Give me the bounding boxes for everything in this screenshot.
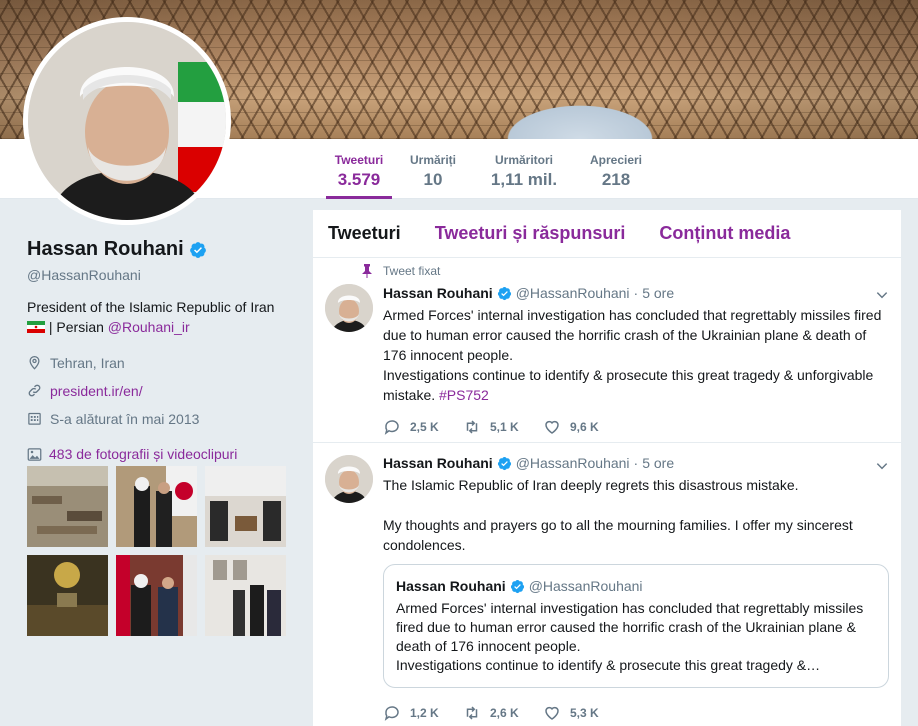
tweet-header: Hassan Rouhani @HassanRouhani · 5 ore [383,454,887,472]
stat-likes-value: 218 [601,170,631,189]
joined-text: S-a alăturat în mai 2013 [50,410,200,427]
image-icon [27,447,42,461]
stat-followers[interactable]: Urmăritori 1,11 mil. [484,139,564,199]
stat-following[interactable]: Urmăriți 10 [404,139,462,199]
verified-badge-icon [497,286,511,300]
stat-tweets-value: 3.579 [337,170,381,189]
profile-name-row: Hassan Rouhani [27,238,297,261]
stat-following-label: Urmăriți [409,153,456,167]
retweet-icon [466,420,478,434]
pinned-label: Tweet fixat [383,264,441,278]
tweet-text: Armed Forces' internal investigation has… [383,305,887,405]
reply-icon [384,706,399,721]
retweet-button[interactable]: 2,6 K [463,704,543,722]
tweet-author-handle[interactable]: @HassanRouhani [516,285,630,301]
bio-line-1: President of the Islamic Republic of Ira… [27,299,275,315]
tweet-actions: 1,2 K 2,6 K 5,3 K [383,704,623,722]
tweet-separator: · [633,285,639,301]
media-thumbnail[interactable] [116,555,197,636]
profile-avatar[interactable] [23,17,231,225]
profile-joined: S-a alăturat în mai 2013 [27,409,297,428]
tweet-timestamp[interactable]: 5 ore [642,455,674,471]
link-icon [28,384,41,397]
tweet-header: Hassan Rouhani @HassanRouhani · 5 ore [383,284,887,302]
verified-badge-icon [189,241,206,258]
quoted-tweet[interactable]: Hassan Rouhani @HassanRouhani Armed Forc… [383,564,889,688]
timeline: Tweeturi Tweeturi și răspunsuri Conținut… [313,210,901,726]
tweet-avatar[interactable] [325,455,373,503]
tweet[interactable]: Tweet fixat Hassan Rouhani @HassanRouhan… [313,258,901,443]
chevron-down-icon[interactable] [875,459,889,473]
like-button[interactable]: 5,3 K [543,704,623,722]
photos-videos-label: 483 de fotografii și videoclipuri [49,446,238,462]
stat-likes-label: Aprecieri [589,153,643,167]
tweet-author-name[interactable]: Hassan Rouhani [383,455,493,471]
hashtag-link[interactable]: #PS752 [439,387,489,403]
profile-bio: President of the Islamic Republic of Ira… [27,297,297,337]
stat-tweets-label: Tweeturi [334,153,384,167]
reply-button[interactable]: 2,5 K [383,418,463,436]
media-thumbnail[interactable] [205,466,286,547]
stat-followers-value: 1,11 mil. [490,170,558,189]
tweet-avatar[interactable] [325,284,373,332]
pinned-indicator: Tweet fixat [361,264,440,278]
tab-media[interactable]: Conținut media [659,223,790,244]
bio-mention-link[interactable]: @Rouhani_ir [108,319,190,335]
tweet-author-handle[interactable]: @HassanRouhani [516,455,630,471]
retweet-count: 5,1 K [490,420,519,434]
reply-button[interactable]: 1,2 K [383,704,463,722]
tweet-text: The Islamic Republic of Iran deeply regr… [383,477,853,553]
stat-tweets[interactable]: Tweeturi 3.579 [326,139,392,199]
stat-followers-label: Urmăritori [494,153,553,167]
pin-icon [362,264,372,278]
calendar-icon [28,412,41,425]
media-thumbnail[interactable] [116,466,197,547]
tweet-timestamp[interactable]: 5 ore [642,285,674,301]
retweet-icon [466,706,478,720]
reply-icon [384,420,399,435]
tweet-author-name[interactable]: Hassan Rouhani [383,285,493,301]
media-thumbnail[interactable] [205,555,286,636]
tweet-separator: · [633,455,639,471]
tweet-body: Hassan Rouhani @HassanRouhani · 5 ore Ar… [383,284,887,405]
tweet-body: Hassan Rouhani @HassanRouhani · 5 ore Th… [383,454,887,555]
quoted-tweet-header: Hassan Rouhani @HassanRouhani [396,577,876,595]
bio-line-2: | Persian @Rouhani_ir [27,317,297,337]
media-thumbnail[interactable] [27,555,108,636]
like-count: 5,3 K [570,706,599,720]
verified-badge-icon [510,579,524,593]
retweet-button[interactable]: 5,1 K [463,418,543,436]
chevron-down-icon[interactable] [875,288,889,302]
photos-videos-link[interactable]: 483 de fotografii și videoclipuri [27,446,297,462]
quoted-tweet-text: Armed Forces' internal investigation has… [396,600,864,673]
bio-text: | Persian [48,319,104,335]
reply-count: 2,5 K [410,420,439,434]
heart-icon [545,706,559,720]
retweet-count: 2,6 K [490,706,519,720]
quoted-author-handle: @HassanRouhani [528,578,643,594]
quoted-author-name: Hassan Rouhani [396,578,506,594]
tab-tweets[interactable]: Tweeturi [328,223,401,244]
like-button[interactable]: 9,6 K [543,418,623,436]
location-text: Tehran, Iran [50,354,125,371]
verified-badge-icon [497,456,511,470]
like-count: 9,6 K [570,420,599,434]
reply-count: 1,2 K [410,706,439,720]
tweet[interactable]: Hassan Rouhani @HassanRouhani · 5 ore Th… [313,443,901,726]
tab-tweets-and-replies[interactable]: Tweeturi și răspunsuri [435,223,626,244]
website-link[interactable]: president.ir/en/ [50,383,143,399]
stat-likes[interactable]: Aprecieri 218 [586,139,646,199]
profile-website: president.ir/en/ [27,381,297,400]
location-pin-icon [29,355,40,370]
timeline-tabs: Tweeturi Tweeturi și răspunsuri Conținut… [313,210,901,258]
iran-flag-icon [27,321,45,333]
stat-following-value: 10 [423,170,443,189]
profile-name[interactable]: Hassan Rouhani [27,238,184,261]
profile-card: Hassan Rouhani @HassanRouhani President … [27,238,297,462]
tweet-actions: 2,5 K 5,1 K 9,6 K [383,418,623,436]
profile-handle[interactable]: @HassanRouhani [27,267,297,283]
heart-icon [545,420,559,434]
profile-location: Tehran, Iran [27,353,297,372]
media-thumbnail[interactable] [27,466,108,547]
